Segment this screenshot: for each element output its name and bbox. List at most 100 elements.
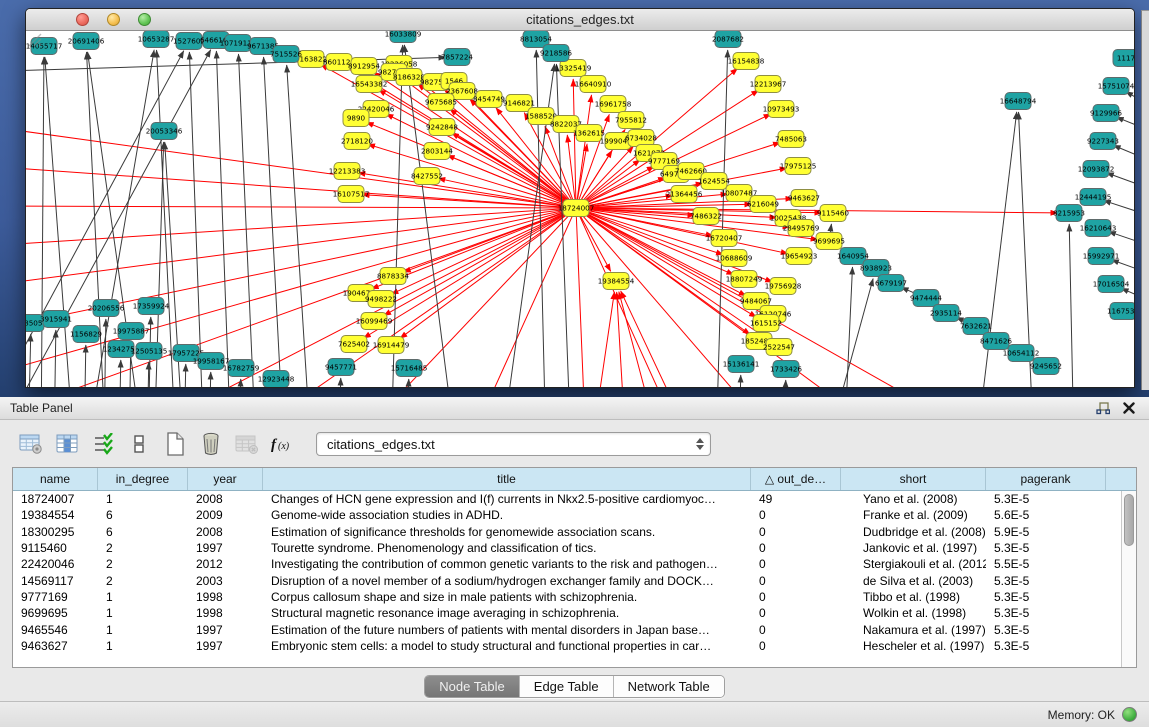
column-header-pagerank[interactable]: pagerank	[986, 468, 1106, 490]
network-node[interactable]: 7485063	[775, 131, 807, 148]
citation-edge[interactable]	[147, 362, 149, 387]
network-node[interactable]: 16099469	[356, 313, 393, 330]
network-node[interactable]: 2522547	[763, 339, 795, 356]
network-node[interactable]: 21364456	[666, 186, 703, 203]
table-settings-icon[interactable]	[18, 431, 44, 457]
float-panel-icon[interactable]	[1093, 400, 1113, 416]
network-node[interactable]: 12505135	[131, 343, 168, 360]
citation-edge[interactable]	[157, 50, 176, 387]
citation-edge[interactable]	[209, 372, 211, 387]
citation-edge[interactable]	[54, 330, 56, 387]
citation-edge[interactable]	[189, 52, 204, 387]
tab-edge-table[interactable]: Edge Table	[520, 676, 614, 697]
network-node[interactable]: 1117	[1113, 50, 1134, 67]
row-height-icon[interactable]	[126, 431, 152, 457]
citation-edge[interactable]	[384, 208, 576, 316]
citation-edge[interactable]	[41, 57, 44, 387]
network-node[interactable]: 15136141	[723, 356, 760, 373]
network-node[interactable]: 9242848	[426, 119, 458, 136]
citation-edge[interactable]	[28, 334, 31, 387]
network-node[interactable]: 10653287	[138, 31, 175, 48]
network-node[interactable]: 12213967	[750, 76, 787, 93]
network-node[interactable]: 1733426	[770, 361, 802, 378]
window-resize-grip[interactable]	[26, 31, 42, 47]
network-node[interactable]: 2087682	[712, 31, 744, 48]
network-node[interactable]: 8878334	[377, 268, 409, 285]
citation-edge[interactable]	[576, 208, 686, 387]
close-panel-icon[interactable]	[1119, 400, 1139, 416]
citation-edge[interactable]	[184, 364, 186, 387]
network-node[interactable]: 18724007	[558, 200, 595, 217]
citation-edge[interactable]	[619, 292, 661, 387]
table-row[interactable]: 946554611997Estimation of the future num…	[13, 621, 1136, 637]
column-header-in_degree[interactable]: in_degree	[98, 468, 188, 490]
network-node[interactable]: 9115460	[817, 205, 849, 222]
citation-edge[interactable]	[576, 208, 586, 387]
network-node[interactable]: 12923448	[258, 371, 295, 388]
function-builder-icon[interactable]: f(x)	[270, 431, 296, 457]
network-node[interactable]: 8938923	[860, 260, 892, 277]
new-table-icon[interactable]	[162, 431, 188, 457]
network-node[interactable]: 15992971	[1083, 248, 1120, 265]
network-node[interactable]: 15751074	[1098, 78, 1134, 95]
network-node[interactable]: 16543382	[351, 76, 388, 93]
column-header-name[interactable]: name	[13, 468, 98, 490]
network-node[interactable]: 7632621	[960, 318, 992, 335]
network-node[interactable]: 16107517	[333, 186, 370, 203]
citation-edge[interactable]	[1103, 200, 1134, 216]
network-node[interactable]: 9457771	[325, 359, 357, 376]
citation-edge[interactable]	[591, 292, 614, 387]
column-header-out_de[interactable]: △ out_de…	[751, 468, 841, 490]
network-node[interactable]: 2803144	[421, 143, 453, 160]
citation-edge[interactable]	[621, 291, 696, 387]
citation-edge[interactable]	[391, 208, 576, 294]
citation-edge[interactable]	[84, 345, 86, 387]
network-node[interactable]: 8471626	[980, 333, 1012, 350]
network-node[interactable]: 13325419	[555, 60, 592, 77]
network-node[interactable]: 16720407	[706, 230, 743, 247]
network-node[interactable]: 9890	[343, 110, 369, 127]
network-node[interactable]: 8912954	[348, 58, 380, 75]
tab-network-table[interactable]: Network Table	[614, 676, 724, 697]
table-row[interactable]: 1872400712008Changes of HCN gene express…	[13, 491, 1136, 507]
network-node[interactable]: 8427552	[411, 168, 443, 185]
network-node[interactable]: 7625402	[338, 336, 370, 353]
network-node[interactable]: 28495769	[783, 220, 820, 237]
citation-edge[interactable]	[844, 267, 852, 387]
column-header-short[interactable]: short	[841, 468, 986, 490]
network-node[interactable]: 1167533	[1107, 303, 1134, 320]
network-node[interactable]: 16640910	[575, 76, 612, 93]
network-node[interactable]: 10973493	[763, 101, 800, 118]
network-node[interactable]: 17975125	[780, 158, 817, 175]
network-node[interactable]: 19975887	[113, 323, 150, 340]
network-node[interactable]: 19384554	[598, 273, 635, 290]
citation-edge[interactable]	[617, 292, 626, 387]
network-node[interactable]: 16648794	[1000, 93, 1037, 110]
network-node[interactable]: 9129966	[1090, 105, 1122, 122]
network-node[interactable]: 9699695	[813, 233, 845, 250]
table-row[interactable]: 911546021997Tourette syndrome. Phenomeno…	[13, 540, 1136, 556]
citation-edge[interactable]	[26, 206, 576, 208]
table-source-combobox[interactable]: citations_edges.txt	[316, 432, 711, 456]
table-row[interactable]: 977716911998Corpus callosum shape and si…	[13, 589, 1136, 605]
network-node[interactable]: 12213383	[329, 163, 366, 180]
network-node[interactable]: 9245652	[1030, 358, 1062, 375]
network-node[interactable]: 2718120	[341, 133, 373, 150]
table-row[interactable]: 969969511998Structural magnetic resonanc…	[13, 605, 1136, 621]
network-node[interactable]: 19756928	[765, 278, 802, 295]
network-node[interactable]: 9498222	[365, 291, 397, 308]
network-node[interactable]: 6734028	[625, 130, 657, 147]
network-node[interactable]: 8454749	[473, 91, 505, 108]
network-node[interactable]: 6216049	[747, 196, 779, 213]
network-node[interactable]: 20206556	[88, 300, 125, 317]
citation-edge[interactable]	[1111, 260, 1134, 274]
network-node[interactable]: 9218586	[540, 45, 572, 62]
citation-edge[interactable]	[739, 375, 741, 387]
network-node[interactable]: 1624554	[698, 173, 730, 190]
network-node[interactable]: 8215953	[1053, 205, 1085, 222]
table-vertical-scrollbar[interactable]	[1121, 491, 1136, 667]
network-node[interactable]: 7515526	[270, 46, 302, 63]
citation-edge[interactable]	[1113, 145, 1134, 161]
column-header-title[interactable]: title	[263, 468, 751, 490]
citation-edge[interactable]	[1069, 224, 1074, 387]
